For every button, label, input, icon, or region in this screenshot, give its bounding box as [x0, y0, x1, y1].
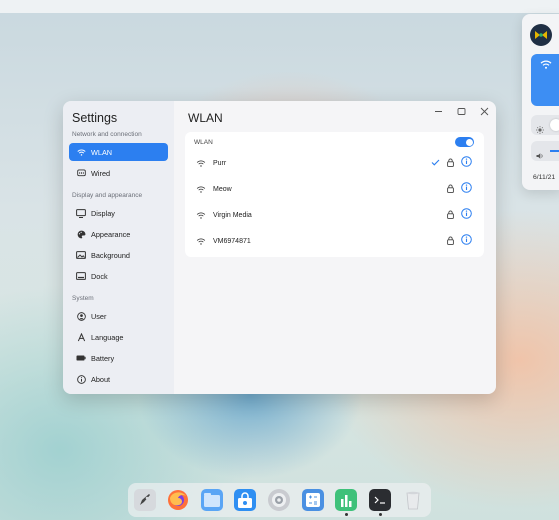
- sidebar-item-appearance[interactable]: Appearance: [69, 225, 168, 243]
- network-info-button[interactable]: [461, 232, 472, 250]
- sidebar-item-background[interactable]: Background: [69, 246, 168, 264]
- network-row[interactable]: Virgin Media: [185, 202, 484, 228]
- network-ssid: VM6974871: [213, 237, 251, 245]
- network-info-button[interactable]: [461, 154, 472, 172]
- wifi-signal-icon: [196, 206, 206, 224]
- volume-icon: [536, 147, 544, 165]
- user-icon: [74, 311, 88, 321]
- image-icon: [74, 251, 88, 259]
- battery-icon: [74, 355, 88, 361]
- sidebar-item-label: Display: [91, 208, 115, 218]
- settings-window: Settings Network and connection WLAN Wir…: [63, 101, 496, 394]
- checkmark-icon: [431, 158, 440, 168]
- network-row[interactable]: Meow: [185, 176, 484, 202]
- wifi-signal-icon: [196, 180, 206, 198]
- system-monitor-icon[interactable]: [335, 489, 357, 511]
- sidebar-item-language[interactable]: Language: [69, 328, 168, 346]
- info-icon: [74, 374, 88, 384]
- lock-icon: [447, 232, 454, 250]
- wifi-icon: [74, 149, 88, 156]
- top-bar: [0, 0, 559, 13]
- sidebar-item-display[interactable]: Display: [69, 204, 168, 222]
- maximize-button[interactable]: [457, 107, 466, 119]
- running-indicator: [379, 513, 382, 516]
- lock-icon: [447, 154, 454, 172]
- section-network: Network and connection: [72, 131, 142, 138]
- sidebar-title: Settings: [72, 111, 118, 125]
- calculator-icon[interactable]: [302, 489, 324, 511]
- brightness-slider-thumb[interactable]: [550, 119, 559, 131]
- app-store-icon[interactable]: [234, 489, 256, 511]
- sidebar-item-label: User: [91, 311, 107, 321]
- network-row[interactable]: Purr: [185, 150, 484, 176]
- network-ssid: Purr: [213, 159, 227, 167]
- palette-icon: [74, 230, 88, 239]
- ethernet-icon: [74, 169, 88, 177]
- sidebar-item-wired[interactable]: Wired: [69, 164, 168, 182]
- wlan-toggle[interactable]: [455, 137, 474, 147]
- network-ssid: Meow: [213, 185, 232, 193]
- network-info-button[interactable]: [461, 206, 472, 224]
- sidebar-item-label: Background: [91, 250, 130, 260]
- sidebar-item-label: Wired: [91, 168, 111, 178]
- avatar[interactable]: [530, 24, 552, 46]
- sidebar-item-battery[interactable]: Battery: [69, 349, 168, 367]
- dock-icon: [74, 272, 88, 280]
- sidebar-item-label: Battery: [91, 353, 115, 363]
- minimize-button[interactable]: [434, 107, 443, 119]
- firefox-icon[interactable]: [167, 489, 189, 511]
- sidebar-item-label: About: [91, 374, 111, 384]
- launcher-icon[interactable]: [134, 489, 156, 511]
- lock-icon: [447, 180, 454, 198]
- sidebar-item-label: Appearance: [91, 229, 131, 239]
- file-manager-icon[interactable]: [201, 489, 223, 511]
- sidebar-item-wlan[interactable]: WLAN: [69, 143, 168, 161]
- brightness-icon: [536, 121, 544, 139]
- settings-sidebar: Settings Network and connection WLAN Wir…: [63, 101, 174, 394]
- network-quick-toggle[interactable]: [531, 54, 559, 106]
- sidebar-item-label: Language: [91, 332, 124, 342]
- settings-content: WLAN WLAN Purr Meow Virgin Media VM69748…: [174, 101, 496, 394]
- page-title: WLAN: [188, 111, 223, 125]
- wifi-signal-icon: [196, 232, 206, 250]
- language-icon: [74, 332, 88, 342]
- section-display: Display and appearance: [72, 192, 143, 199]
- volume-slider[interactable]: [531, 141, 559, 161]
- control-center-panel: 6/11/21: [522, 14, 559, 190]
- network-ssid: Virgin Media: [213, 211, 252, 219]
- date-text: 6/11/21: [533, 174, 556, 181]
- trash-icon[interactable]: [402, 489, 424, 511]
- section-system: System: [72, 295, 94, 302]
- settings-icon[interactable]: [268, 489, 290, 511]
- running-indicator: [345, 513, 348, 516]
- monitor-icon: [74, 208, 88, 218]
- dock: [128, 483, 431, 517]
- sidebar-item-about[interactable]: About: [69, 370, 168, 388]
- sidebar-item-label: WLAN: [91, 147, 113, 157]
- wifi-signal-icon: [196, 154, 206, 172]
- network-row[interactable]: VM6974871: [185, 228, 484, 254]
- sidebar-item-user[interactable]: User: [69, 307, 168, 325]
- brightness-slider[interactable]: [531, 115, 559, 135]
- close-button[interactable]: [480, 107, 489, 119]
- desktop-wallpaper: Settings Network and connection WLAN Wir…: [0, 0, 559, 520]
- wlan-card: WLAN Purr Meow Virgin Media VM6974871: [185, 132, 484, 257]
- wlan-label: WLAN: [194, 138, 213, 146]
- volume-level-bar: [550, 150, 559, 152]
- wlan-toggle-row: WLAN: [185, 132, 484, 152]
- network-info-button[interactable]: [461, 180, 472, 198]
- terminal-icon[interactable]: [369, 489, 391, 511]
- sidebar-item-label: Dock: [91, 271, 108, 281]
- lock-icon: [447, 206, 454, 224]
- sidebar-item-dock[interactable]: Dock: [69, 267, 168, 285]
